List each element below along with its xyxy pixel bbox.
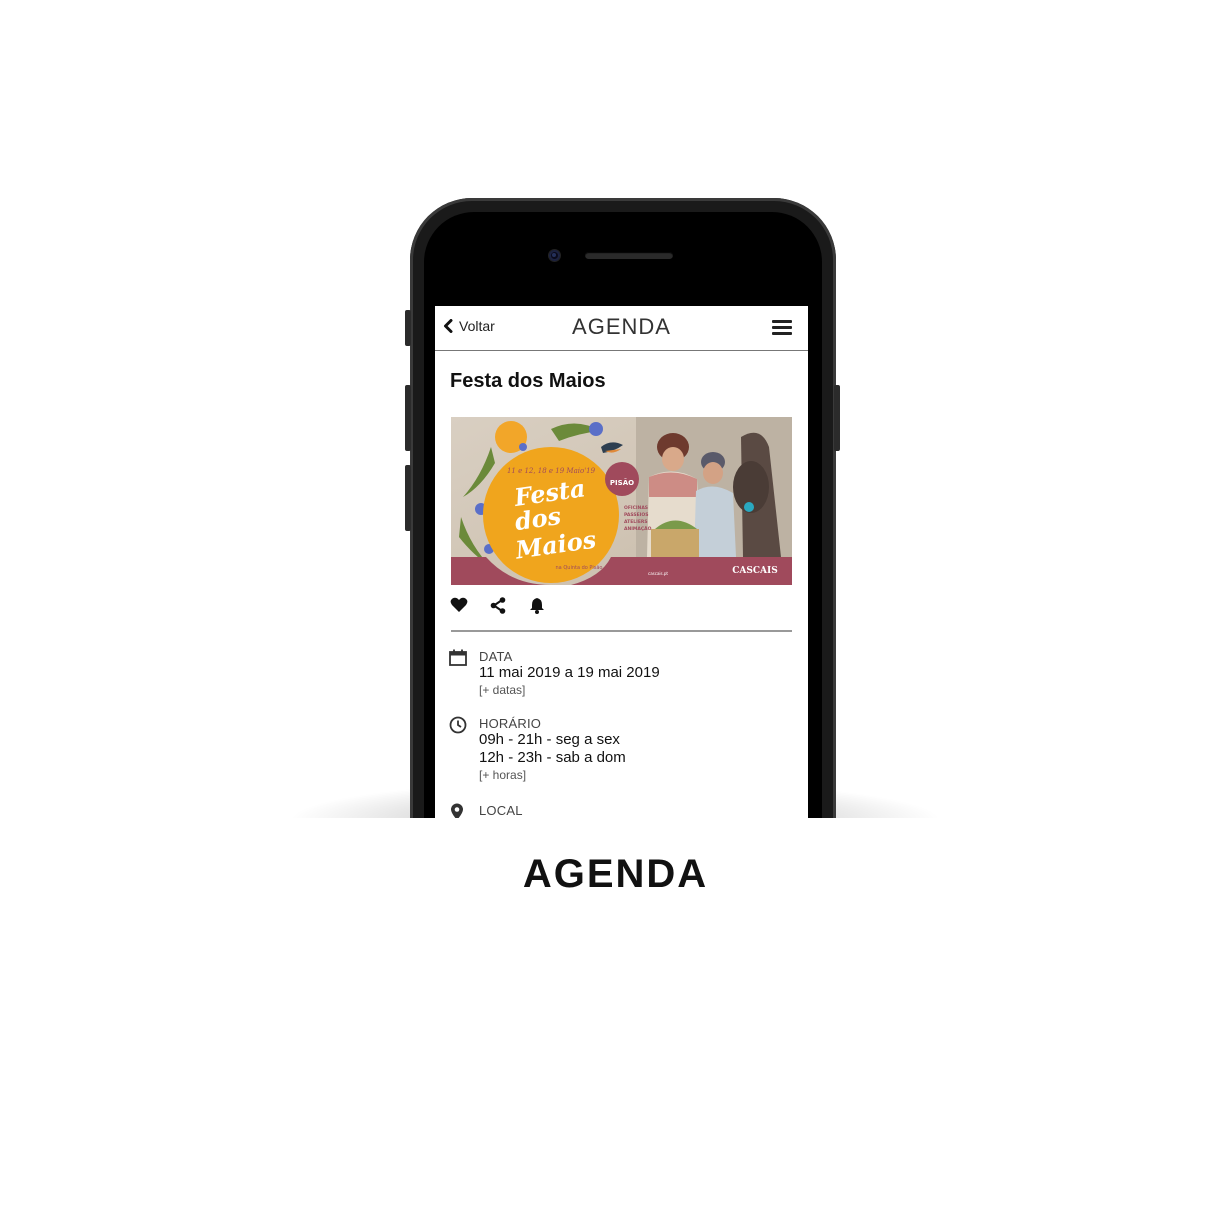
banner-brand: CASCAIS bbox=[732, 566, 778, 576]
front-camera bbox=[549, 250, 560, 261]
hamburger-menu-icon[interactable] bbox=[772, 320, 792, 336]
phone-screen: Voltar AGENDA Festa dos Maios 11 e 12, 1… bbox=[435, 306, 808, 818]
phone-volume-up bbox=[405, 385, 411, 451]
banner-activity-3: ATELIERS bbox=[624, 519, 648, 525]
clock-icon bbox=[449, 716, 467, 734]
header-title: AGENDA bbox=[572, 314, 671, 339]
event-banner-image[interactable]: 11 e 12, 18 e 19 Maio'19 Festa dos Maios… bbox=[451, 417, 792, 585]
phone-volume-down bbox=[405, 465, 411, 531]
banner-activity-1: OFICINAS bbox=[624, 505, 648, 511]
schedule-line-2: 12h - 23h - sab a dom bbox=[479, 749, 626, 766]
location-label: LOCAL bbox=[479, 803, 523, 818]
phone-power-button bbox=[834, 385, 840, 451]
heart-icon[interactable] bbox=[450, 597, 468, 613]
caption-title: AGENDA bbox=[522, 852, 709, 896]
banner-venue-text: na Quinta do Pisão bbox=[556, 565, 603, 571]
event-title: Festa dos Maios bbox=[450, 370, 606, 392]
location-section: LOCAL bbox=[449, 803, 789, 818]
banner-illustration: 11 e 12, 18 e 19 Maio'19 Festa dos Maios… bbox=[451, 417, 792, 585]
banner-logo-text: PISÃO bbox=[610, 478, 634, 487]
banner-activity-4: ANIMAÇÃO bbox=[624, 525, 652, 532]
location-pin-icon bbox=[451, 803, 463, 818]
schedule-label: HORÁRIO bbox=[479, 716, 542, 731]
top-bar: Voltar AGENDA bbox=[435, 306, 808, 351]
share-icon[interactable] bbox=[490, 596, 506, 614]
more-hours-link[interactable]: [+ horas] bbox=[479, 768, 626, 782]
date-label: DATA bbox=[479, 649, 513, 664]
bell-icon[interactable] bbox=[528, 596, 546, 614]
banner-url: cascais.pt bbox=[648, 571, 668, 576]
date-value: 11 mai 2019 a 19 mai 2019 bbox=[479, 664, 660, 681]
more-dates-link[interactable]: [+ datas] bbox=[479, 683, 660, 697]
banner-activity-2: PASSEIOS bbox=[624, 512, 648, 518]
event-actions bbox=[450, 596, 546, 614]
earpiece-speaker bbox=[585, 252, 673, 259]
schedule-line-1: 09h - 21h - seg a sex bbox=[479, 731, 620, 748]
section-divider bbox=[451, 630, 792, 632]
date-section: DATA 11 mai 2019 a 19 mai 2019 [+ datas] bbox=[449, 649, 789, 709]
schedule-section: HORÁRIO 09h - 21h - seg a sex 12h - 23h … bbox=[449, 716, 789, 791]
calendar-icon bbox=[449, 649, 467, 666]
phone-silent-switch bbox=[405, 310, 411, 346]
